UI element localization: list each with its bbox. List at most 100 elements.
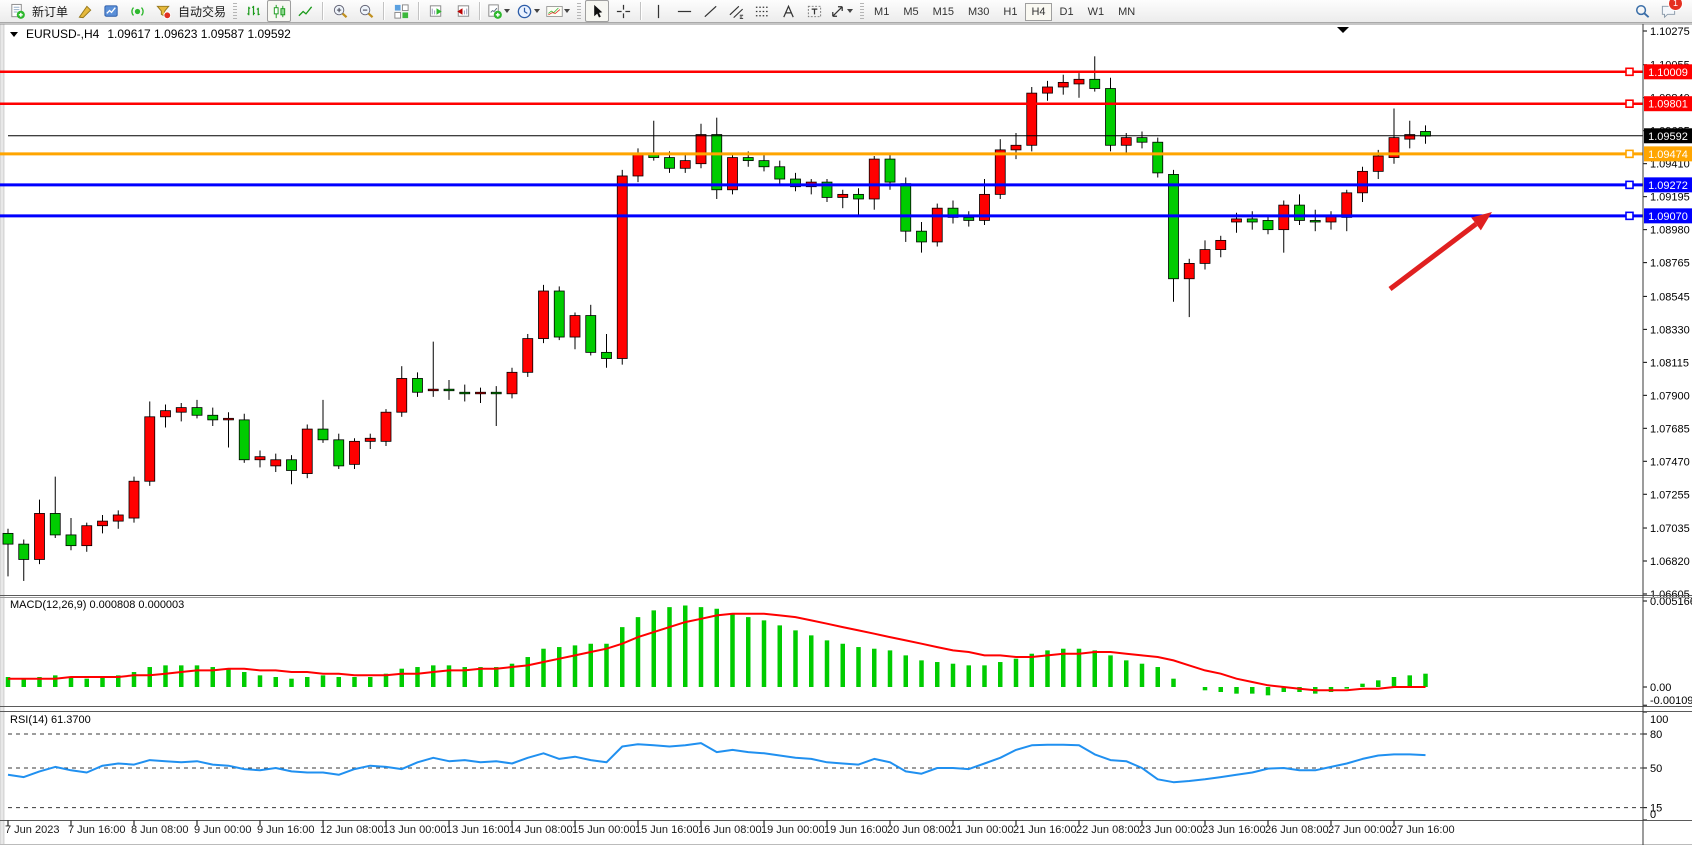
bar-chart-button[interactable] xyxy=(241,0,265,22)
candle-body xyxy=(1405,135,1415,140)
candle-body xyxy=(1295,205,1305,220)
text-icon xyxy=(780,3,797,20)
candlestick-icon xyxy=(271,3,288,20)
price-axis-label: 1.07035 xyxy=(1650,523,1690,535)
macd-axis-label: -0.001095 xyxy=(1650,695,1692,707)
rsi-indicator-label: RSI(14) 61.3700 xyxy=(10,714,91,726)
crosshair-button[interactable] xyxy=(611,0,635,22)
line-drag-handle[interactable] xyxy=(1626,100,1633,107)
timeframe-w1[interactable]: W1 xyxy=(1082,3,1111,21)
profile-next-button[interactable] xyxy=(424,0,448,22)
candle-body xyxy=(869,159,879,199)
new-order-button[interactable] xyxy=(5,0,29,22)
pencil-icon xyxy=(77,3,94,20)
timeframe-m5[interactable]: M5 xyxy=(897,3,924,21)
candle-body xyxy=(1200,250,1210,264)
toolbar-grip[interactable] xyxy=(577,3,581,19)
new-order-label[interactable]: 新订单 xyxy=(32,3,68,20)
timeframe-m30[interactable]: M30 xyxy=(962,3,995,21)
time-axis-label: 15 Jun 16:00 xyxy=(635,824,699,836)
dropdown-caret-icon xyxy=(504,9,510,13)
toolbar-grip[interactable] xyxy=(860,3,864,19)
profile-prev-button[interactable] xyxy=(450,0,474,22)
symbol-dropdown-icon[interactable] xyxy=(10,32,18,37)
label-button[interactable] xyxy=(802,0,826,22)
time-axis-label: 21 Jun 16:00 xyxy=(1013,824,1077,836)
candle-body xyxy=(1043,87,1053,93)
timeframe-m1[interactable]: M1 xyxy=(868,3,895,21)
line-chart-button[interactable] xyxy=(293,0,317,22)
timeframe-h4[interactable]: H4 xyxy=(1025,3,1051,21)
candle-body xyxy=(539,291,549,339)
tile-windows-button[interactable] xyxy=(389,0,413,22)
candle-body xyxy=(318,429,328,440)
candle-body xyxy=(1074,79,1084,84)
timeframe-d1[interactable]: D1 xyxy=(1054,3,1080,21)
main-toolbar: 新订单 自动交易 xyxy=(0,0,1692,23)
candle-body xyxy=(523,339,533,373)
auto-trading-label[interactable]: 自动交易 xyxy=(178,3,226,20)
candle-body xyxy=(917,231,927,242)
time-axis-label: 13 Jun 00:00 xyxy=(383,824,447,836)
cursor-icon xyxy=(589,3,606,20)
trendline-button[interactable] xyxy=(698,0,722,22)
candle-body xyxy=(885,159,895,182)
chart-canvas[interactable]: 1.102751.100551.098401.096251.094101.091… xyxy=(0,0,1692,845)
search-icon xyxy=(1634,3,1651,20)
rsi-axis-label: 0 xyxy=(1650,809,1656,821)
candle-body xyxy=(665,158,675,169)
candle-body xyxy=(1011,145,1021,150)
editor-button[interactable] xyxy=(73,0,97,22)
chat-button[interactable]: 1 xyxy=(1656,0,1680,22)
time-axis-label: 27 Jun 00:00 xyxy=(1328,824,1392,836)
time-axis-label: 19 Jun 00:00 xyxy=(761,824,825,836)
zoom-out-button[interactable] xyxy=(354,0,378,22)
candle-body xyxy=(491,392,501,394)
market-watch-button[interactable] xyxy=(99,0,123,22)
new-chart-button[interactable] xyxy=(485,0,513,22)
text-button[interactable] xyxy=(776,0,800,22)
candle-body xyxy=(995,150,1005,194)
trading-terminal-window: 新订单 自动交易 xyxy=(0,0,1692,845)
fibonacci-button[interactable] xyxy=(750,0,774,22)
auto-trading-button[interactable] xyxy=(151,0,175,22)
timeframe-m15[interactable]: M15 xyxy=(927,3,960,21)
horizontal-line-button[interactable] xyxy=(672,0,696,22)
timeframe-h1[interactable]: H1 xyxy=(997,3,1023,21)
candle-body xyxy=(1373,156,1383,171)
zoom-in-button[interactable] xyxy=(328,0,352,22)
equidistant-channel-icon xyxy=(728,3,745,20)
timeframe-clock-button[interactable] xyxy=(515,0,543,22)
candle-body xyxy=(98,521,108,526)
candlestick-chart-button[interactable] xyxy=(267,0,291,22)
arrows-button[interactable] xyxy=(828,0,856,22)
templates-button[interactable] xyxy=(545,0,573,22)
price-badge-label: 1.09272 xyxy=(1648,180,1688,192)
dropdown-caret-icon xyxy=(847,9,853,13)
candle-body xyxy=(1216,240,1226,249)
candle-body xyxy=(712,135,722,190)
candle-body xyxy=(428,389,438,391)
candle-body xyxy=(570,316,580,337)
broadcast-icon xyxy=(129,3,146,20)
time-axis-label: 7 Jun 2023 xyxy=(5,824,59,836)
signals-button[interactable] xyxy=(125,0,149,22)
timeframe-mn[interactable]: MN xyxy=(1112,3,1141,21)
time-axis-label: 20 Jun 08:00 xyxy=(887,824,951,836)
candle-body xyxy=(901,184,911,232)
price-axis-label: 1.08980 xyxy=(1650,225,1690,237)
vertical-line-button[interactable] xyxy=(646,0,670,22)
line-drag-handle[interactable] xyxy=(1626,181,1633,188)
time-axis-label: 9 Jun 16:00 xyxy=(257,824,315,836)
toolbar-grip[interactable] xyxy=(233,3,237,19)
line-drag-handle[interactable] xyxy=(1626,212,1633,219)
channel-button[interactable] xyxy=(724,0,748,22)
cursor-button[interactable] xyxy=(585,0,609,22)
crosshair-icon xyxy=(615,3,632,20)
time-axis-label: 15 Jun 00:00 xyxy=(572,824,636,836)
line-drag-handle[interactable] xyxy=(1626,68,1633,75)
candle-body xyxy=(413,378,423,392)
line-drag-handle[interactable] xyxy=(1626,150,1633,157)
search-button[interactable] xyxy=(1630,0,1654,22)
candle-body xyxy=(696,135,706,164)
